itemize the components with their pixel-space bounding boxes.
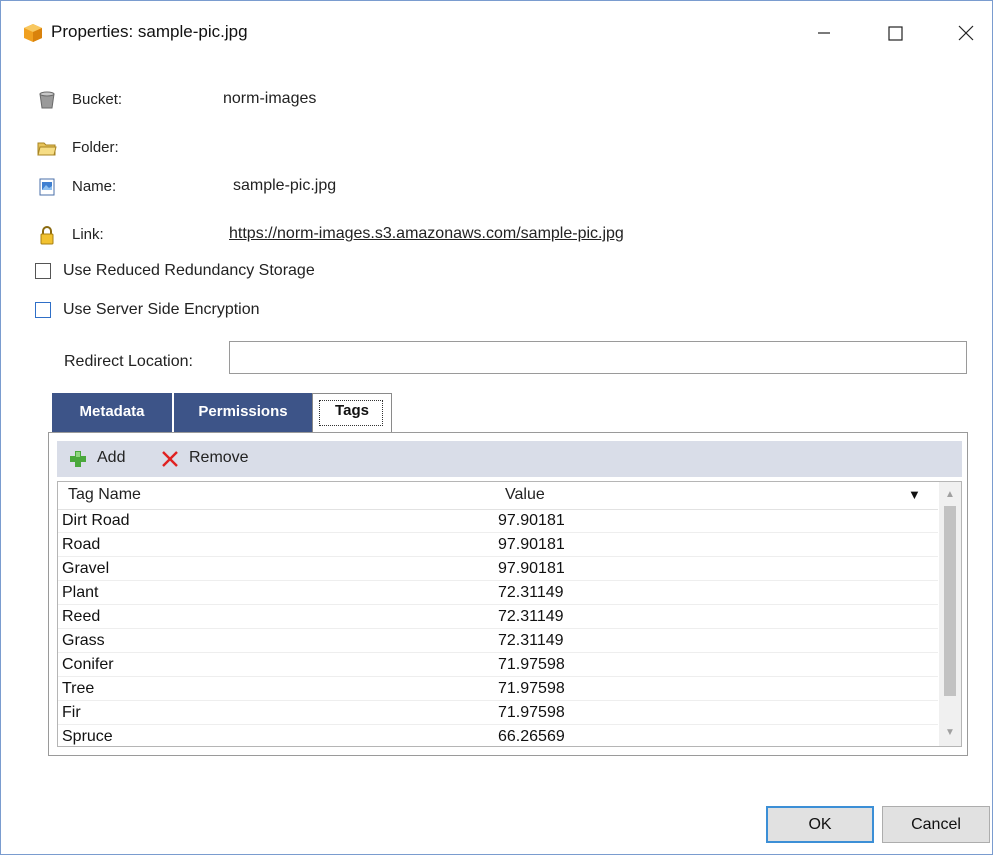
cancel-button[interactable]: Cancel <box>882 806 990 843</box>
table-row[interactable]: Road 97.90181 <box>58 533 938 557</box>
properties-dialog: Properties: sample-pic.jpg Bucket: norm-… <box>0 0 993 855</box>
server-side-encryption-checkbox[interactable] <box>35 302 51 318</box>
tag-value-cell: 97.90181 <box>498 512 565 529</box>
add-tag-label: Add <box>97 449 126 466</box>
remove-x-icon <box>159 449 181 474</box>
object-url-link[interactable]: https://norm-images.s3.amazonaws.com/sam… <box>229 225 624 243</box>
bucket-value: norm-images <box>223 90 317 107</box>
tag-value-cell: 71.97598 <box>498 680 565 697</box>
tag-name-cell: Road <box>62 536 101 553</box>
name-label: Name: <box>72 178 117 195</box>
add-icon <box>67 449 89 474</box>
table-row[interactable]: Fir 71.97598 <box>58 701 938 725</box>
ok-button[interactable]: OK <box>766 806 874 843</box>
tag-value-cell: 97.90181 <box>498 560 565 577</box>
link-row: Link: https://norm-images.s3.amazonaws.c… <box>37 224 937 248</box>
tag-value-cell: 71.97598 <box>498 704 565 721</box>
bucket-label: Bucket: <box>72 91 123 108</box>
tab-tags-label: Tags <box>335 402 369 419</box>
server-side-encryption-option[interactable]: Use Server Side Encryption <box>35 300 435 322</box>
vertical-scrollbar[interactable]: ▲ ▼ <box>939 482 961 746</box>
reduced-redundancy-label: Use Reduced Redundancy Storage <box>63 262 315 279</box>
column-header-tag-name[interactable]: Tag Name <box>68 486 141 504</box>
tag-name-cell: Fir <box>62 704 81 721</box>
minimize-button[interactable] <box>801 13 847 53</box>
tags-panel: Add Remove Tag Name Value ▼ Dirt Road 97… <box>48 432 968 756</box>
bucket-row: Bucket: norm-images <box>37 89 937 113</box>
close-button[interactable] <box>943 13 989 53</box>
redirect-location-input[interactable] <box>229 341 967 374</box>
table-row[interactable]: Plant 72.31149 <box>58 581 938 605</box>
tag-name-cell: Conifer <box>62 656 114 673</box>
scroll-down-arrow-icon[interactable]: ▼ <box>939 722 961 744</box>
scrollbar-thumb[interactable] <box>944 506 956 696</box>
table-row[interactable]: Grass 72.31149 <box>58 629 938 653</box>
tag-value-cell: 72.31149 <box>498 632 564 649</box>
sort-dropdown-icon[interactable]: ▼ <box>908 487 921 502</box>
tab-metadata-label: Metadata <box>79 403 145 420</box>
name-value: sample-pic.jpg <box>233 177 337 194</box>
tag-name-cell: Spruce <box>62 728 113 745</box>
reduced-redundancy-checkbox[interactable] <box>35 263 51 279</box>
image-file-icon <box>37 177 57 197</box>
tag-name-cell: Tree <box>62 680 95 697</box>
app-cube-icon <box>23 23 43 48</box>
table-row[interactable]: Conifer 71.97598 <box>58 653 938 677</box>
scroll-up-arrow-icon[interactable]: ▲ <box>939 484 961 506</box>
name-row: Name: sample-pic.jpg <box>37 176 937 200</box>
tag-value-cell: 71.97598 <box>498 656 565 673</box>
title-bar: Properties: sample-pic.jpg <box>1 1 992 63</box>
bucket-icon <box>37 90 57 110</box>
tag-name-cell: Grass <box>62 632 105 649</box>
tag-name-cell: Reed <box>62 608 101 625</box>
remove-tag-label: Remove <box>189 449 249 466</box>
table-row[interactable]: Spruce 66.26569 <box>58 725 938 746</box>
tag-name-cell: Gravel <box>62 560 110 577</box>
remove-tag-button[interactable]: Remove <box>159 447 269 471</box>
table-row[interactable]: Dirt Road 97.90181 <box>58 509 938 533</box>
tab-permissions-label: Permissions <box>198 403 288 420</box>
column-header-value[interactable]: Value <box>505 486 545 504</box>
folder-label: Folder: <box>72 139 119 156</box>
table-row[interactable]: Tree 71.97598 <box>58 677 938 701</box>
window-title: Properties: sample-pic.jpg <box>51 22 248 41</box>
link-label: Link: <box>72 226 104 243</box>
tag-name-cell: Dirt Road <box>62 512 130 529</box>
folder-row: Folder: <box>37 137 937 161</box>
table-row[interactable]: Gravel 97.90181 <box>58 557 938 581</box>
add-tag-button[interactable]: Add <box>67 447 147 471</box>
table-row[interactable]: Reed 72.31149 <box>58 605 938 629</box>
tag-value-cell: 72.31149 <box>498 608 564 625</box>
reduced-redundancy-option[interactable]: Use Reduced Redundancy Storage <box>35 261 435 283</box>
tag-value-cell: 72.31149 <box>498 584 564 601</box>
grid-body: Dirt Road 97.90181 Road 97.90181 Gravel … <box>58 509 938 746</box>
tags-toolbar: Add Remove <box>57 441 962 477</box>
redirect-location-label: Redirect Location: <box>64 353 193 370</box>
tag-value-cell: 97.90181 <box>498 536 565 553</box>
lock-icon <box>37 225 57 245</box>
tab-permissions[interactable]: Permissions <box>174 393 312 433</box>
server-side-encryption-label: Use Server Side Encryption <box>63 301 260 318</box>
folder-icon <box>37 138 57 158</box>
tab-tags[interactable]: Tags <box>312 393 392 433</box>
tag-name-cell: Plant <box>62 584 99 601</box>
tags-grid: Tag Name Value ▼ Dirt Road 97.90181 Road… <box>57 481 962 747</box>
maximize-button[interactable] <box>872 13 918 53</box>
tag-value-cell: 66.26569 <box>498 728 565 745</box>
tab-metadata[interactable]: Metadata <box>52 393 172 433</box>
grid-header: Tag Name Value ▼ <box>58 482 938 510</box>
